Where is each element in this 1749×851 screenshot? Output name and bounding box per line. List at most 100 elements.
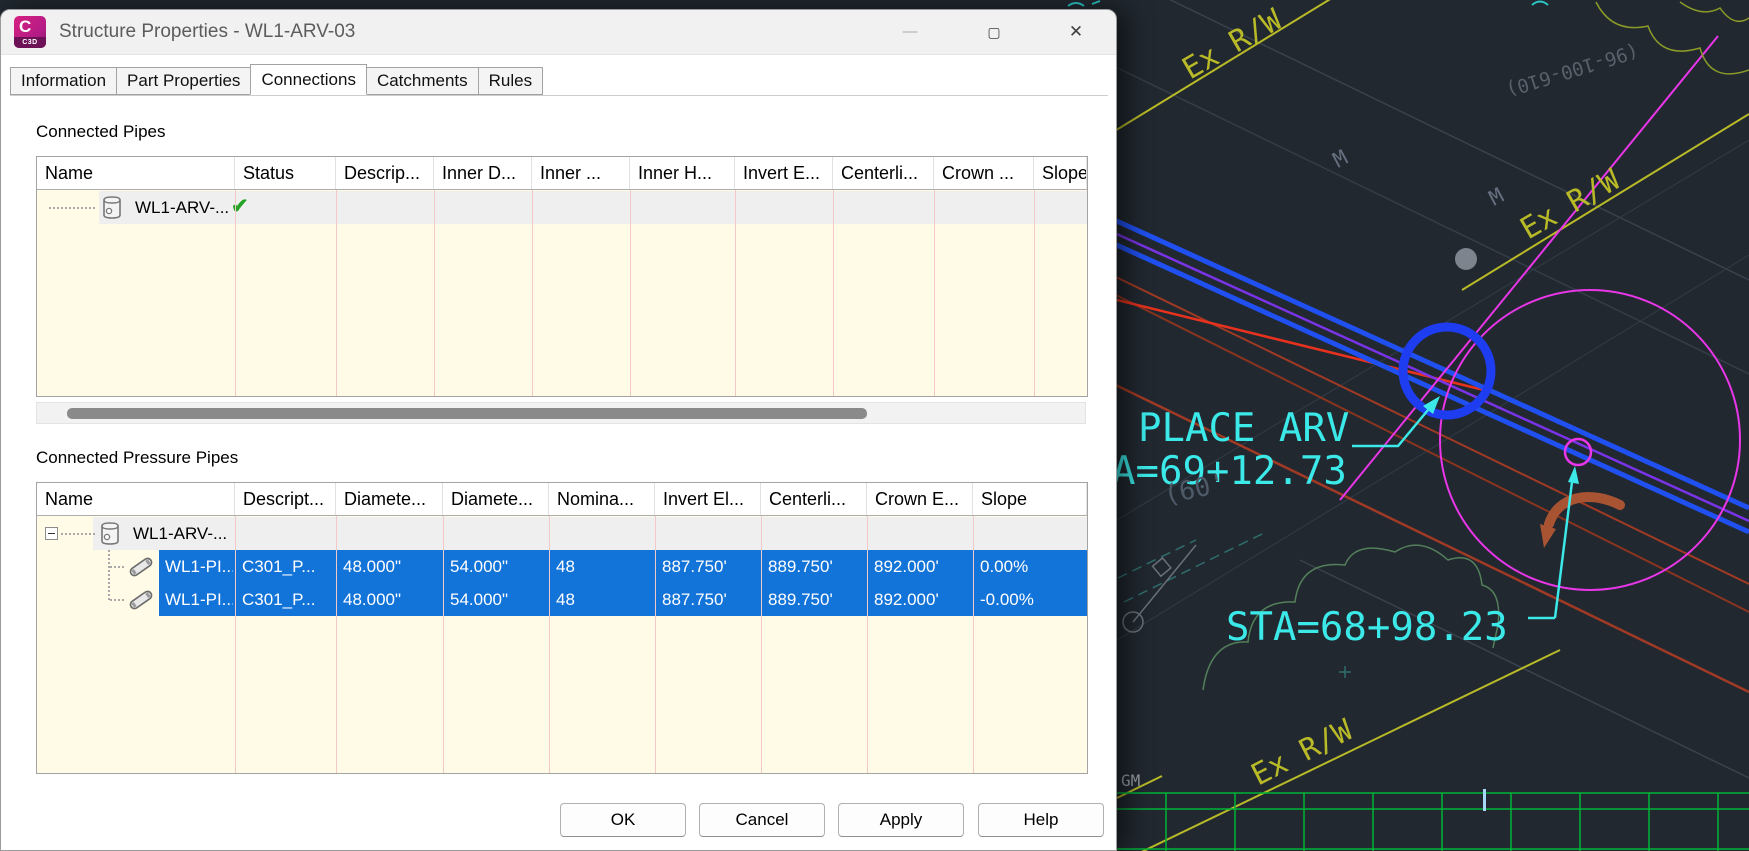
tab-catchments[interactable]: Catchments <box>365 67 479 95</box>
column-separator <box>434 190 435 396</box>
cell-description: C301_P... <box>242 557 316 576</box>
cell-invert: 887.750' <box>662 557 727 576</box>
cell-slope: 0.00% <box>980 557 1029 576</box>
apply-button[interactable]: Apply <box>838 803 964 837</box>
column-separator <box>867 516 868 773</box>
column-separator <box>336 516 337 773</box>
column-header[interactable]: Status <box>235 157 336 189</box>
column-header[interactable]: Inner H... <box>630 157 735 189</box>
column-separator <box>336 190 337 396</box>
column-header[interactable]: Inner ... <box>532 157 630 189</box>
cell-description: C301_P... <box>242 590 316 609</box>
cell-invert: 887.750' <box>662 590 727 609</box>
connected-pipes-body: WL1-ARV-... ✔ <box>37 190 1087 396</box>
table-row[interactable]: WL1-ARV-... ✔ <box>37 191 1087 224</box>
cell-diameter-inner: 48.000" <box>343 590 402 609</box>
cell-diameter-outer: 54.000" <box>450 557 509 576</box>
connected-pipes-label: Connected Pipes <box>36 122 166 141</box>
status-check-icon: ✔ <box>231 195 249 218</box>
column-header[interactable]: Diamete... <box>336 483 443 515</box>
horizontal-scrollbar[interactable] <box>36 402 1086 424</box>
column-header[interactable]: Crown ... <box>934 157 1034 189</box>
cell-diameter-outer: 54.000" <box>450 590 509 609</box>
grid-highlight-tick <box>1483 789 1486 811</box>
column-header[interactable]: Slope <box>973 483 1087 515</box>
scrollbar-thumb[interactable] <box>67 408 867 419</box>
cell-nominal: 48 <box>556 590 575 609</box>
column-separator <box>833 190 834 396</box>
cell-crown: 892.000' <box>874 590 939 609</box>
column-separator <box>1034 190 1035 396</box>
gray-node-dot <box>1455 248 1477 270</box>
help-button[interactable]: Help <box>978 803 1104 837</box>
tree-connector <box>108 550 110 600</box>
station-annotation-clipped: A=69+12.73 <box>1112 449 1347 494</box>
app-icon-sub: C3D <box>14 37 46 48</box>
table-row-parent[interactable]: WL1-ARV-... <box>37 517 1087 550</box>
column-header[interactable]: Slope <box>1034 157 1087 189</box>
close-button[interactable]: ✕ <box>1053 10 1099 54</box>
collapse-expand-icon[interactable] <box>45 527 58 540</box>
ok-button[interactable]: OK <box>560 803 686 837</box>
table-row-selected[interactable]: WL1-PI... C301_P... 48.000" 54.000" 48 8… <box>37 550 1087 583</box>
cell-diameter-inner: 48.000" <box>343 557 402 576</box>
structure-name: WL1-ARV-... <box>133 524 228 543</box>
cell-slope: -0.00% <box>980 590 1034 609</box>
tree-dots <box>61 533 95 535</box>
structure-name: WL1-ARV-... <box>135 198 230 217</box>
cell-nominal: 48 <box>556 557 575 576</box>
cell-name: WL1-PI... <box>165 557 233 576</box>
cancel-button[interactable]: Cancel <box>699 803 825 837</box>
tab-connections[interactable]: Connections <box>250 64 367 95</box>
tree-dots <box>110 566 124 568</box>
column-header[interactable]: Invert E... <box>735 157 833 189</box>
connected-pipes-table: Name Status Descrip... Inner D... Inner … <box>36 156 1088 397</box>
tab-rules[interactable]: Rules <box>477 67 544 95</box>
structure-icon <box>101 522 119 545</box>
title-bar[interactable]: C C3D Structure Properties - WL1-ARV-03 … <box>1 10 1116 55</box>
column-header[interactable]: Name <box>37 157 235 189</box>
station-annotation-2: STA=68+98.23 <box>1226 605 1508 650</box>
column-header[interactable]: Invert El... <box>655 483 761 515</box>
screen: { "window": { "title": "Structure Proper… <box>0 0 1749 851</box>
connected-pipes-header: Name Status Descrip... Inner D... Inner … <box>37 157 1087 190</box>
column-header[interactable]: Centerli... <box>833 157 934 189</box>
column-header[interactable]: Name <box>37 483 235 515</box>
tree-dots <box>110 599 124 601</box>
tree-dots <box>49 207 95 209</box>
column-header[interactable]: Nomina... <box>549 483 655 515</box>
column-separator <box>549 516 550 773</box>
structure-properties-dialog: C C3D Structure Properties - WL1-ARV-03 … <box>0 9 1117 851</box>
column-header[interactable]: Diamete... <box>443 483 549 515</box>
pressure-pipe-icon <box>129 557 153 577</box>
column-header[interactable]: Crown E... <box>867 483 973 515</box>
column-separator <box>235 516 236 773</box>
pressure-pipe-icon <box>129 590 153 610</box>
tab-part-properties[interactable]: Part Properties <box>116 67 252 95</box>
civil3d-app-icon: C C3D <box>14 16 46 48</box>
column-header[interactable]: Centerli... <box>761 483 867 515</box>
minimize-button[interactable]: — <box>887 10 933 54</box>
cell-name: WL1-PI... <box>165 590 233 609</box>
pressure-pipes-body: WL1-ARV-... WL1-PI... C301_P... 48.000" … <box>37 516 1087 773</box>
tab-information[interactable]: Information <box>10 67 118 95</box>
column-header[interactable]: Descript... <box>235 483 336 515</box>
maximize-button[interactable]: ▢ <box>971 10 1017 54</box>
table-row-selected[interactable]: WL1-PI... C301_P... 48.000" 54.000" 48 8… <box>37 583 1087 616</box>
cell-crown: 892.000' <box>874 557 939 576</box>
pressure-pipes-header: Name Descript... Diamete... Diamete... N… <box>37 483 1087 516</box>
column-separator <box>532 190 533 396</box>
tab-bar: Information Part Properties Connections … <box>10 64 1108 96</box>
column-separator <box>655 516 656 773</box>
column-header[interactable]: Descrip... <box>336 157 434 189</box>
column-separator <box>235 190 236 396</box>
cell-centerline: 889.750' <box>768 557 833 576</box>
column-separator <box>735 190 736 396</box>
structure-icon <box>103 196 121 219</box>
column-header[interactable]: Inner D... <box>434 157 532 189</box>
connected-pressure-pipes-table: Name Descript... Diamete... Diamete... N… <box>36 482 1088 774</box>
place-arv-annotation: PLACE ARV <box>1138 406 1349 451</box>
app-icon-letter: C <box>19 17 32 36</box>
connected-pressure-pipes-label: Connected Pressure Pipes <box>36 448 239 467</box>
column-separator <box>934 190 935 396</box>
